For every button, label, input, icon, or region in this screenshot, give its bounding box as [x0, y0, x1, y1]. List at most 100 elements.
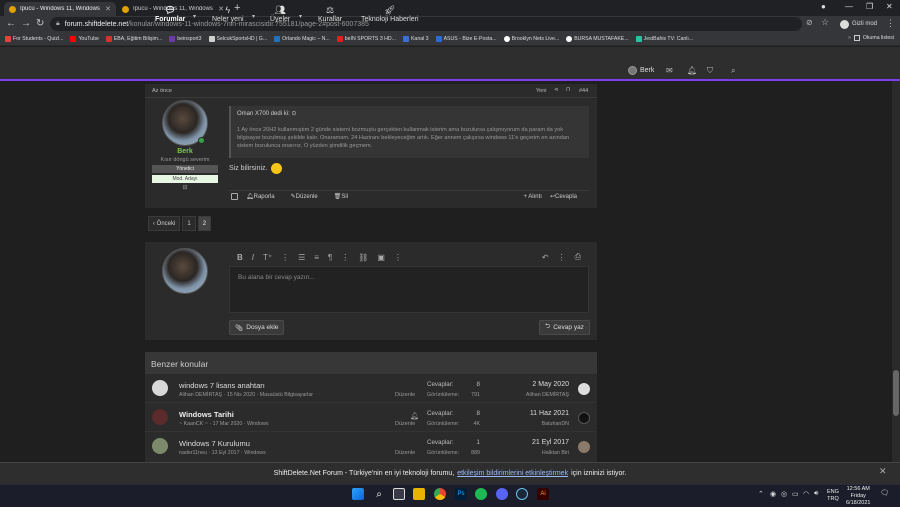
bookmark-item[interactable]: Kanal 3: [402, 36, 429, 42]
spotify-icon[interactable]: [475, 488, 487, 500]
steam-tray-icon[interactable]: ◎: [781, 490, 787, 498]
bookmark-item[interactable]: ASUS - Bize E-Posta...: [435, 36, 497, 42]
wifi-icon[interactable]: ◠: [803, 490, 809, 498]
close-tab-icon[interactable]: ✕: [105, 5, 111, 13]
profile-icon[interactable]: ●: [821, 2, 826, 11]
more-options-icon[interactable]: ⋮: [281, 253, 289, 262]
submit-reply-button[interactable]: ⮌ Cevap yaz: [539, 320, 590, 335]
delete-button[interactable]: 🗑︎Sil: [334, 193, 356, 200]
chevron-up-icon[interactable]: ⌃: [758, 490, 764, 498]
bookmark-item[interactable]: For Students - Quizl...: [5, 36, 63, 42]
last-post-date[interactable]: 21 Eyl 2017: [532, 439, 569, 446]
task-view-icon[interactable]: [393, 488, 405, 500]
forward-button[interactable]: →: [21, 17, 31, 31]
avatar[interactable]: [152, 380, 168, 396]
windows-start-icon[interactable]: [352, 488, 364, 500]
search-icon[interactable]: ⌕: [373, 488, 385, 500]
bookmark-item[interactable]: beIN SPORTS 3 HD...: [336, 36, 396, 42]
steam-icon[interactable]: [516, 488, 528, 500]
discord-tray-icon[interactable]: ◉: [770, 490, 776, 498]
avatar[interactable]: [152, 409, 168, 425]
more-options-icon[interactable]: ⋮: [341, 253, 349, 262]
close-icon[interactable]: ✕: [879, 466, 887, 477]
bookmark-item[interactable]: EBA, Eğitim Bilişim...: [105, 36, 162, 42]
expand-icon[interactable]: ⊟: [182, 184, 187, 191]
network-icon[interactable]: ▭: [792, 490, 799, 498]
last-poster[interactable]: Halktan Biri: [542, 450, 569, 456]
arrow-up-circle-icon[interactable]: ⊙: [291, 111, 296, 117]
last-post-date[interactable]: 2 May 2020: [532, 381, 569, 388]
more-options-icon[interactable]: ⋮: [558, 253, 566, 262]
list-icon[interactable]: ☰: [298, 253, 305, 262]
file-explorer-icon[interactable]: [413, 488, 425, 500]
reading-list-button[interactable]: » Okuma listesi: [848, 35, 894, 41]
paragraph-icon[interactable]: ¶: [328, 253, 332, 262]
system-clock[interactable]: 12:56 AM Friday 6/18/2021: [846, 486, 870, 507]
browser-tab-active[interactable]: İpucu - Windows 11, Windows 7'n ✕: [4, 2, 116, 16]
last-poster[interactable]: BatuhanDN: [542, 421, 569, 427]
select-post-checkbox[interactable]: [231, 193, 238, 200]
nav-whats-new[interactable]: ϟ Neler yeni: [212, 5, 244, 23]
avatar[interactable]: [152, 438, 168, 454]
avatar[interactable]: [578, 441, 590, 453]
incognito-indicator[interactable]: Gizli mod: [836, 18, 881, 30]
bookmark-item[interactable]: beinsport3: [169, 36, 202, 42]
share-icon[interactable]: ⋖: [554, 87, 559, 93]
report-button[interactable]: 🔔︎Raporla: [246, 193, 283, 200]
chevron-down-icon[interactable]: ▾: [252, 13, 255, 20]
lock-icon[interactable]: 🔒︎: [56, 20, 60, 28]
bookmark-icon[interactable]: ⊓: [566, 87, 570, 93]
thread-title[interactable]: windows 7 lisans anahtarı: [179, 381, 265, 390]
account-menu[interactable]: Berk: [628, 66, 654, 75]
post-author-name[interactable]: Berk: [177, 148, 193, 155]
reload-button[interactable]: ↻: [36, 17, 44, 31]
reply-editor[interactable]: Bu alana bir cevap yazın...: [229, 266, 589, 313]
scrollbar-thumb[interactable]: [893, 370, 899, 416]
search-icon[interactable]: ⌕: [731, 66, 735, 76]
more-options-icon[interactable]: ⋮: [394, 253, 402, 262]
shield-icon[interactable]: ⛉: [707, 66, 713, 76]
maximize-window-button[interactable]: ❐: [866, 2, 873, 11]
page-link[interactable]: 1: [182, 216, 196, 231]
thread-forum-link[interactable]: Düzenle: [395, 421, 415, 427]
last-post-date[interactable]: 11 Haz 2021: [530, 410, 569, 417]
chevron-down-icon[interactable]: ▾: [193, 13, 196, 20]
last-poster[interactable]: Alihan DEMİRTAŞ: [526, 392, 569, 398]
undo-icon[interactable]: ↶: [542, 253, 549, 262]
minimize-window-button[interactable]: —: [845, 2, 853, 11]
bookmark-star-icon[interactable]: ☆: [821, 17, 829, 28]
thread-title[interactable]: Windows Tarihi: [179, 410, 234, 419]
eye-off-icon[interactable]: ⊘: [806, 18, 813, 27]
photoshop-icon[interactable]: Ps: [455, 488, 467, 500]
chevron-down-icon[interactable]: ▾: [299, 13, 302, 20]
post-number[interactable]: #44: [579, 88, 588, 94]
bookmark-item[interactable]: JestBahis TV: Canlı...: [635, 36, 693, 42]
avatar[interactable]: [578, 412, 590, 424]
chrome-icon[interactable]: [434, 488, 446, 500]
bold-icon[interactable]: B: [237, 253, 243, 262]
inbox-icon[interactable]: ✉︎: [666, 66, 673, 75]
quote-author[interactable]: Oman X700 dedi ki:: [237, 111, 290, 117]
edit-button[interactable]: ✎Düzenle: [291, 193, 326, 200]
nav-forums[interactable]: 💬︎ Forumlar: [155, 5, 185, 23]
discord-icon[interactable]: [496, 488, 508, 500]
nav-tech-news[interactable]: 🚀︎ Teknoloji Haberleri: [361, 5, 419, 23]
attach-file-button[interactable]: 📎︎ Dosya ekle: [229, 320, 285, 335]
text-size-icon[interactable]: T⁺: [263, 253, 272, 262]
thread-forum-link[interactable]: Düzenle: [395, 392, 415, 398]
avatar[interactable]: [162, 100, 208, 146]
thread-forum-link[interactable]: Düzenle: [395, 450, 415, 456]
image-icon[interactable]: ▣: [377, 253, 385, 262]
illustrator-icon[interactable]: Ai: [537, 488, 549, 500]
more-bookmarks-icon[interactable]: »: [848, 35, 851, 41]
back-button[interactable]: ←: [6, 17, 16, 31]
italic-icon[interactable]: I: [252, 253, 254, 262]
quote-button[interactable]: + Alıntı: [523, 194, 542, 200]
link-icon[interactable]: ⛓︎: [358, 253, 368, 262]
browser-menu-icon[interactable]: ⋮: [886, 18, 895, 29]
thread-title[interactable]: Windows 7 Kurulumu: [179, 439, 250, 448]
volume-icon[interactable]: 🔊︎: [814, 490, 818, 498]
enable-notifications-link[interactable]: etkileşim bildirimlerini etkinleştirmek: [457, 470, 568, 477]
reply-button[interactable]: ↩Cevapla: [550, 193, 585, 200]
language-indicator[interactable]: ENG TRQ: [827, 489, 839, 503]
